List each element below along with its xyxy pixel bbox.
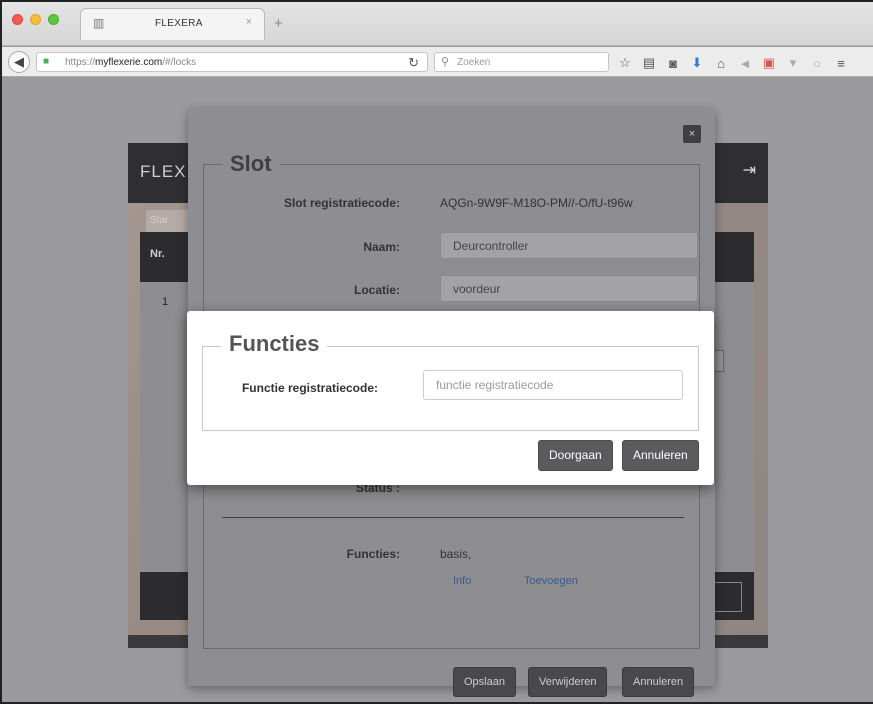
column-header-nr: Nr.: [150, 248, 165, 260]
modal-close-button[interactable]: ×: [683, 125, 701, 143]
url-path: /#/locks: [162, 57, 197, 68]
search-icon: ⚲: [441, 56, 450, 68]
reload-icon[interactable]: ↻: [408, 55, 419, 71]
registration-code-label: Slot registratiecode:: [283, 196, 400, 210]
window-minimize-button[interactable]: [30, 14, 41, 25]
slot-cancel-button[interactable]: Annuleren: [622, 667, 695, 697]
browser-nav-bar: ◀ ■ https://myflexerie.com/#/locks ↻ ⚲ Z…: [2, 47, 873, 77]
send-icon[interactable]: ◄: [738, 56, 752, 71]
browser-toolbar-icons: ☆ ▤ ◙ ⬇ ⌂ ◄ ▣ ▾ ○ ≡: [618, 53, 848, 73]
menu-icon[interactable]: ≡: [834, 56, 848, 71]
functions-legend: Functies: [221, 331, 328, 357]
function-code-input[interactable]: [423, 370, 683, 400]
pocket-icon[interactable]: ◙: [666, 56, 680, 71]
url-prefix: https://: [65, 57, 96, 68]
function-code-label: Functie registratiecode:: [241, 381, 378, 395]
slot-legend: Slot: [222, 151, 280, 177]
address-bar[interactable]: ■ https://myflexerie.com/#/locks ↻: [36, 52, 428, 72]
section-divider: [222, 517, 684, 518]
delete-button[interactable]: Verwijderen: [528, 667, 608, 697]
functions-modal: Functies Functie registratiecode: Doorga…: [187, 311, 714, 485]
dropdown-icon[interactable]: ▾: [786, 55, 800, 71]
functions-cancel-button[interactable]: Annuleren: [622, 440, 699, 471]
functions-value: basis,: [440, 547, 472, 561]
location-label: Locatie:: [353, 283, 400, 297]
arrow-left-icon: ◀: [14, 54, 24, 69]
back-button[interactable]: ◀: [8, 51, 30, 73]
download-icon[interactable]: ⬇: [690, 55, 704, 71]
tab-title: FLEXERA: [155, 18, 203, 29]
lock-icon: ■: [43, 56, 50, 67]
functions-fieldset: Functies Functie registratiecode:: [202, 331, 699, 431]
window-maximize-button[interactable]: [48, 14, 59, 25]
screen-frame: ▥ FLEXERA × + ◀ ■ https://myflexerie.com…: [0, 0, 873, 704]
window-close-button[interactable]: [12, 14, 23, 25]
tab-start[interactable]: Star: [146, 210, 194, 232]
add-function-link[interactable]: Toevoegen: [524, 575, 578, 587]
search-placeholder: Zoeken: [457, 57, 491, 68]
page-content: FLEX ⇥ Star Nr. 1 s en × Sl: [2, 78, 873, 702]
name-label: Naam:: [363, 240, 400, 254]
url-host: myflexerie.com: [95, 57, 163, 68]
continue-button[interactable]: Doorgaan: [538, 440, 613, 471]
home-icon[interactable]: ⌂: [714, 56, 728, 71]
browser-tab-bar: ▥ FLEXERA × +: [2, 2, 873, 46]
tab-close-icon[interactable]: ×: [246, 16, 252, 28]
page-favicon-icon: ▥: [93, 16, 105, 30]
chat-icon[interactable]: ○: [810, 56, 824, 71]
table-cell-nr: 1: [162, 296, 169, 308]
app-brand: FLEX: [140, 162, 187, 181]
search-bar[interactable]: ⚲ Zoeken: [434, 52, 609, 72]
name-input[interactable]: Deurcontroller: [440, 232, 698, 259]
registration-code-value: AQGn-9W9F-M18O-PM//-O/fU-t96w: [440, 196, 633, 210]
browser-tab[interactable]: ▥ FLEXERA ×: [80, 8, 265, 40]
logout-icon[interactable]: ⇥: [743, 160, 756, 180]
url-text: https://myflexerie.com/#/locks: [65, 57, 196, 68]
save-button[interactable]: Opslaan: [453, 667, 516, 697]
reading-list-icon[interactable]: ▤: [642, 55, 656, 71]
extension-icon[interactable]: ▣: [762, 55, 776, 71]
new-tab-button[interactable]: +: [274, 15, 283, 32]
functions-label: Functies:: [346, 547, 400, 561]
location-input[interactable]: voordeur: [440, 275, 698, 302]
bookmark-star-icon[interactable]: ☆: [618, 55, 632, 71]
info-link[interactable]: Info: [453, 575, 471, 587]
